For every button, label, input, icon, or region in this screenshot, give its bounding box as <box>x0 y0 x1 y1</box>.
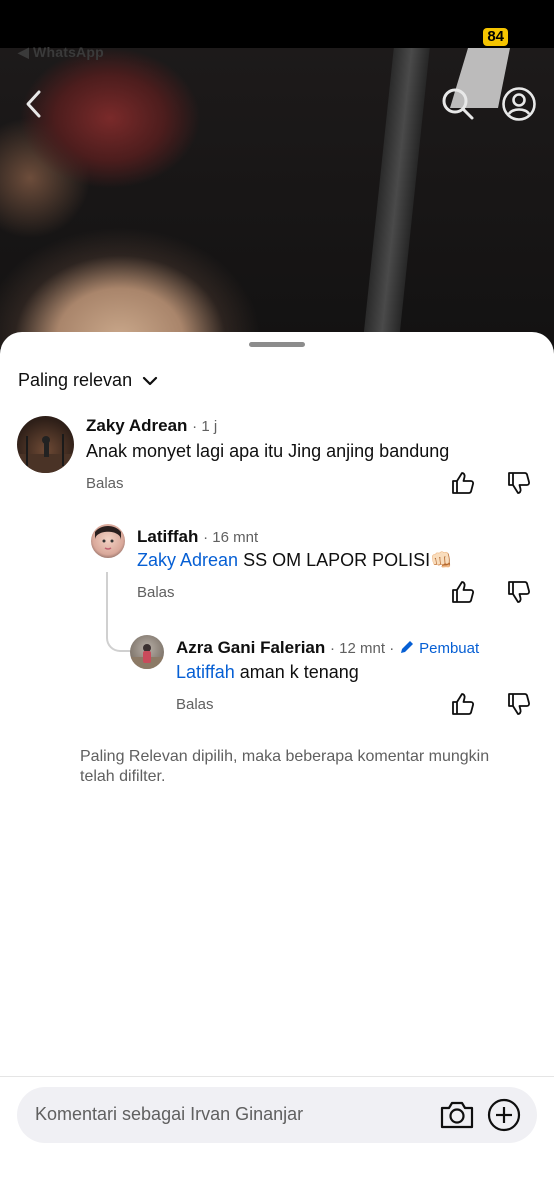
back-to-app-link[interactable]: ◀ WhatsApp <box>18 44 104 61</box>
creator-badge-label: Pembuat <box>419 640 480 657</box>
reply-button[interactable]: Balas <box>137 584 175 601</box>
status-bar: 84 <box>0 0 554 48</box>
comment-time: · 1 j <box>192 418 218 435</box>
thumbs-up-icon <box>452 581 475 603</box>
creator-badge: Pembuat <box>399 640 479 657</box>
avatar[interactable] <box>91 524 125 558</box>
reply-button[interactable]: Balas <box>86 475 124 492</box>
comment-text: Latiffah aman k tenang <box>176 662 359 683</box>
mention-link[interactable]: Latiffah <box>176 662 235 682</box>
chevron-left-icon <box>26 90 41 118</box>
dislike-button[interactable] <box>505 469 533 497</box>
comment-body: SS OM LAPOR POLISI👊🏻 <box>238 550 453 570</box>
thumbs-down-icon <box>508 693 531 715</box>
avatar-image-icon <box>130 644 164 669</box>
thumbs-up-icon <box>452 693 475 715</box>
search-button[interactable] <box>440 86 476 122</box>
pencil-icon <box>400 641 413 653</box>
sheet-drag-handle[interactable] <box>249 342 305 347</box>
like-button[interactable] <box>449 469 477 497</box>
comment-text: Anak monyet lagi apa itu Jing anjing ban… <box>86 441 450 461</box>
battery-indicator: 84 <box>483 28 508 46</box>
video-scene-pole <box>362 48 430 348</box>
thumbs-down-icon <box>508 581 531 603</box>
author-name[interactable]: Latiffah <box>137 527 198 546</box>
comment-author[interactable]: Latiffah · 16 mnt <box>137 527 258 547</box>
comment-composer[interactable]: Komentari sebagai Irvan Ginanjar <box>17 1087 537 1143</box>
comment-time: · 16 mnt <box>203 529 259 546</box>
filter-note: Paling Relevan dipilih, maka beberapa ko… <box>80 748 490 785</box>
chevron-down-icon <box>142 376 158 385</box>
thumbs-up-icon <box>452 472 475 494</box>
plus-circle-icon <box>487 1098 521 1132</box>
avatar[interactable] <box>17 416 74 473</box>
comment-author[interactable]: Azra Gani Falerian · 12 mnt · Pembuat <box>176 638 479 658</box>
thread-connector-line <box>106 572 136 652</box>
like-button[interactable] <box>449 578 477 606</box>
comments-sheet: Paling relevan Zaky Adrean · 1 j Anak mo… <box>0 332 554 1200</box>
dislike-button[interactable] <box>505 578 533 606</box>
comment-time: · 12 mnt · <box>330 640 395 657</box>
avatar[interactable] <box>130 635 164 669</box>
dislike-button[interactable] <box>505 690 533 718</box>
search-icon <box>442 88 474 120</box>
author-name[interactable]: Zaky Adrean <box>86 416 187 435</box>
avatar-image-icon <box>95 526 121 550</box>
account-icon <box>502 87 536 121</box>
back-button[interactable] <box>16 86 52 122</box>
comment-text: Zaky Adrean SS OM LAPOR POLISI👊🏻 <box>137 550 453 571</box>
composer-divider <box>0 1076 554 1077</box>
account-button[interactable] <box>501 86 537 122</box>
author-name[interactable]: Azra Gani Falerian <box>176 638 325 657</box>
like-button[interactable] <box>449 690 477 718</box>
mention-link[interactable]: Zaky Adrean <box>137 550 238 570</box>
comment-body: aman k tenang <box>234 662 359 682</box>
thumbs-down-icon <box>508 472 531 494</box>
camera-button[interactable] <box>439 1099 475 1131</box>
sort-dropdown[interactable]: Paling relevan <box>18 370 158 391</box>
sort-label: Paling relevan <box>18 370 133 390</box>
avatar-image-icon <box>17 434 74 473</box>
comment-input[interactable]: Komentari sebagai Irvan Ginanjar <box>35 1104 303 1125</box>
reply-button[interactable]: Balas <box>176 696 214 713</box>
add-button[interactable] <box>487 1098 521 1132</box>
comment-author[interactable]: Zaky Adrean · 1 j <box>86 416 217 436</box>
camera-icon <box>440 1101 474 1129</box>
